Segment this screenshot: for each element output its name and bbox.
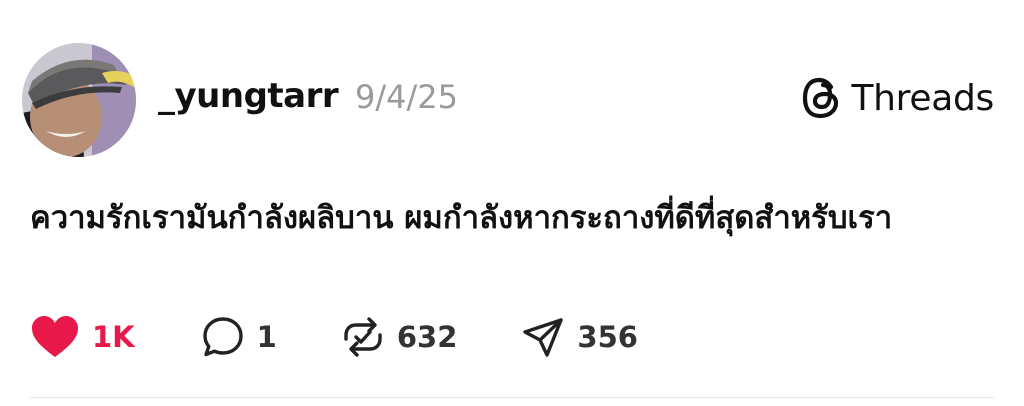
comment-icon [202,317,243,357]
comment-count: 1 [256,320,277,354]
like-button[interactable]: 1K [30,315,135,359]
send-icon [523,318,564,357]
repost-icon [344,317,382,357]
repost-button[interactable]: 632 [341,315,458,359]
repost-count: 632 [396,320,458,354]
avatar[interactable] [22,43,136,157]
brand-label: Threads [851,77,994,119]
post-date: 9/4/25 [355,78,458,116]
avatar-image [22,43,136,157]
divider [30,397,994,398]
post-text: ความรักเรามันกำลังผลิบาน ผมกำลังหากระถาง… [30,200,893,236]
share-button[interactable]: 356 [521,315,638,359]
username-link[interactable]: _yungtarr [158,76,339,116]
comment-button[interactable]: 1 [201,315,277,359]
post-actions: 1K 1 632 356 [30,313,638,361]
threads-logo-icon [803,77,839,119]
share-count: 356 [577,320,638,354]
threads-brand-link[interactable]: Threads [801,76,994,120]
threads-post-card: _yungtarr 9/4/25 Threads ความรักเรามันกำ… [0,0,1024,406]
like-count: 1K [92,320,135,354]
heart-icon [32,316,78,357]
